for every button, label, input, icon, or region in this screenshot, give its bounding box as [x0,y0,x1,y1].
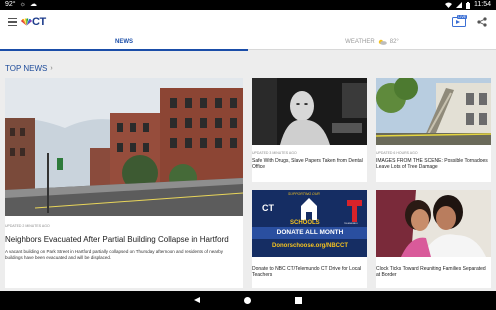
tab-news[interactable]: NEWS [0,34,248,51]
logo-text: CT [32,16,46,28]
nbc-ct-logo: CT [21,15,46,29]
story-headline[interactable]: Safe With Drugs, Slave Papers Taken from… [252,158,364,170]
weather-status-icon: ☼ [19,1,27,8]
tab-news-label: NEWS [115,39,133,45]
clock: 11:54 [474,1,491,8]
tab-weather-temp: 82° [389,39,399,45]
tab-bar: NEWS WEATHER 82° [0,34,496,51]
story-card[interactable]: Clock Ticks Toward Reuniting Families Se… [376,190,491,288]
active-tab-indicator [0,49,248,51]
status-bar: 92° ☼ ☁ 11:54 [0,0,496,10]
partly-sunny-icon [378,39,387,45]
promo-graphic: CT SUPPORTING OUR SCHOOLS DONATE ALL MON… [252,190,367,257]
recent-apps-icon[interactable] [295,297,302,304]
back-icon[interactable] [194,297,200,303]
story-card[interactable]: UPDATED 3 MINUTES AGO Safe With Drugs, S… [252,78,367,182]
battery-icon [466,1,470,9]
tab-weather[interactable]: WEATHER 82° [248,34,496,50]
wifi-icon [445,2,452,8]
section-title-text: TOP NEWS [5,64,48,73]
story-headline[interactable]: Donate to NBC CT/Telemundo CT Drive for … [252,266,364,278]
chevron-right-icon: › [50,65,53,72]
story-headline[interactable]: Clock Ticks Toward Reuniting Families Se… [376,266,488,278]
signal-icon [456,2,462,8]
hamburger-menu-icon[interactable] [8,18,17,27]
cloud-status-icon: ☁ [30,1,38,8]
tab-weather-label: WEATHER [345,39,375,45]
story-timestamp: UPDATED 6 HOURS AGO [376,151,418,155]
story-image [252,78,367,145]
story-image [376,78,491,145]
promo-line2: SCHOOLS [290,220,320,226]
story-timestamp: UPDATED 3 MINUTES AGO [252,151,297,155]
promo-line3: DONATE ALL MONTH [276,229,344,236]
promo-line4: Donorschoose.org/NBCCT [271,243,348,249]
share-icon[interactable] [477,17,487,27]
promo-brand2: TELEMUNDO [344,223,358,225]
section-title-top-news[interactable]: TOP NEWS › [5,64,53,73]
promo-brand: CT [262,203,274,213]
story-card[interactable]: UPDATED 6 HOURS AGO IMAGES FROM THE SCEN… [376,78,491,182]
system-nav-bar [0,291,496,310]
promo-line1: SUPPORTING OUR [288,192,320,196]
story-headline[interactable]: IMAGES FROM THE SCENE: Possible Tornadoe… [376,158,488,170]
temperature-status: 92° [5,1,16,8]
story-image [376,190,491,257]
hero-story-image [5,78,243,216]
hero-story-headline[interactable]: Neighbors Evacuated After Partial Buildi… [5,235,241,245]
hero-story-timestamp: UPDATED 2 MINUTES AGO [5,224,50,228]
home-icon[interactable] [244,297,251,304]
live-badge: LIVE [457,15,467,19]
story-card[interactable]: CT SUPPORTING OUR SCHOOLS DONATE ALL MON… [252,190,367,288]
hero-story-summary: A vacant building on Park Street in Hart… [5,249,224,260]
hero-story-card[interactable]: UPDATED 2 MINUTES AGO Neighbors Evacuate… [5,78,243,288]
peacock-icon [21,18,32,26]
app-bar: CT LIVE [0,10,496,34]
